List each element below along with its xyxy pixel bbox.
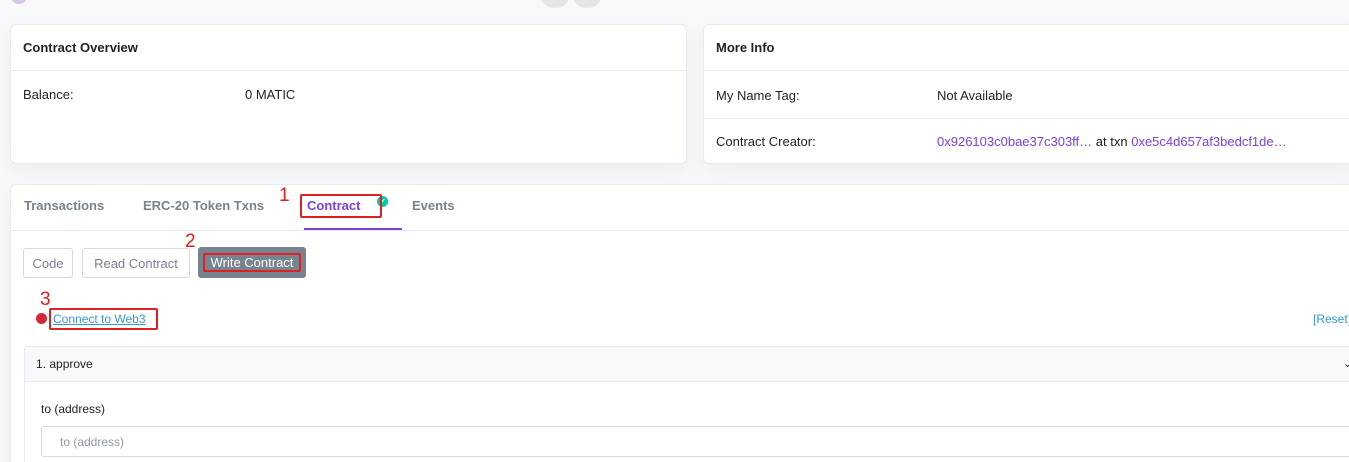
tab-bar: Transactions ERC-20 Token Txns Contract … bbox=[11, 185, 1349, 231]
nav-circle-button[interactable] bbox=[541, 0, 569, 8]
more-info-title: More Info bbox=[704, 25, 1349, 71]
function-approve-header[interactable]: 1. approve bbox=[25, 347, 1349, 382]
nav-circle-button[interactable] bbox=[573, 0, 601, 8]
balance-value: 0 MATIC bbox=[245, 87, 296, 102]
contract-creator-label: Contract Creator: bbox=[716, 134, 816, 149]
annotation-box-contract-tab bbox=[300, 194, 382, 218]
chevron-down-icon[interactable]: ⌄ bbox=[1343, 357, 1349, 370]
annotation-number-1: 1 bbox=[279, 185, 290, 206]
balance-label: Balance: bbox=[23, 87, 74, 102]
tab-erc20-token-txns[interactable]: ERC-20 Token Txns bbox=[143, 198, 264, 213]
at-txn-text: at txn bbox=[1095, 134, 1128, 149]
read-contract-button[interactable]: Read Contract bbox=[82, 248, 190, 278]
creator-txn-link[interactable]: 0xe5c4d657af3bedcf1de… bbox=[1131, 134, 1286, 149]
disconnected-status-dot bbox=[36, 313, 47, 324]
tab-events[interactable]: Events bbox=[412, 198, 455, 213]
function-approve-panel: 1. approve ⌄ to (address) bbox=[24, 346, 1349, 462]
annotation-box-connect-web3 bbox=[49, 308, 158, 330]
creator-address-link[interactable]: 0x926103c0bae37c303ff… bbox=[937, 134, 1092, 149]
active-tab-underline bbox=[304, 228, 402, 230]
contract-overview-card: Contract Overview Balance: 0 MATIC bbox=[10, 24, 687, 164]
function-approve-title: 1. approve bbox=[36, 357, 93, 371]
reset-link[interactable]: [Reset] bbox=[1313, 312, 1349, 326]
logo-icon bbox=[12, 0, 26, 4]
to-address-label: to (address) bbox=[41, 402, 106, 416]
contract-creator-value: 0x926103c0bae37c303ff… at txn 0xe5c4d657… bbox=[937, 134, 1287, 149]
divider bbox=[704, 118, 1349, 119]
contract-overview-title: Contract Overview bbox=[11, 25, 686, 71]
more-info-card: More Info My Name Tag: Not Available Con… bbox=[703, 24, 1349, 164]
to-address-input[interactable] bbox=[41, 426, 1349, 457]
name-tag-value: Not Available bbox=[937, 88, 1013, 103]
name-tag-label: My Name Tag: bbox=[716, 88, 800, 103]
tab-transactions[interactable]: Transactions bbox=[24, 198, 104, 213]
code-button[interactable]: Code bbox=[23, 248, 73, 278]
annotation-box-write-contract bbox=[203, 253, 301, 272]
annotation-number-2: 2 bbox=[185, 231, 196, 252]
top-strip bbox=[0, 0, 1349, 8]
